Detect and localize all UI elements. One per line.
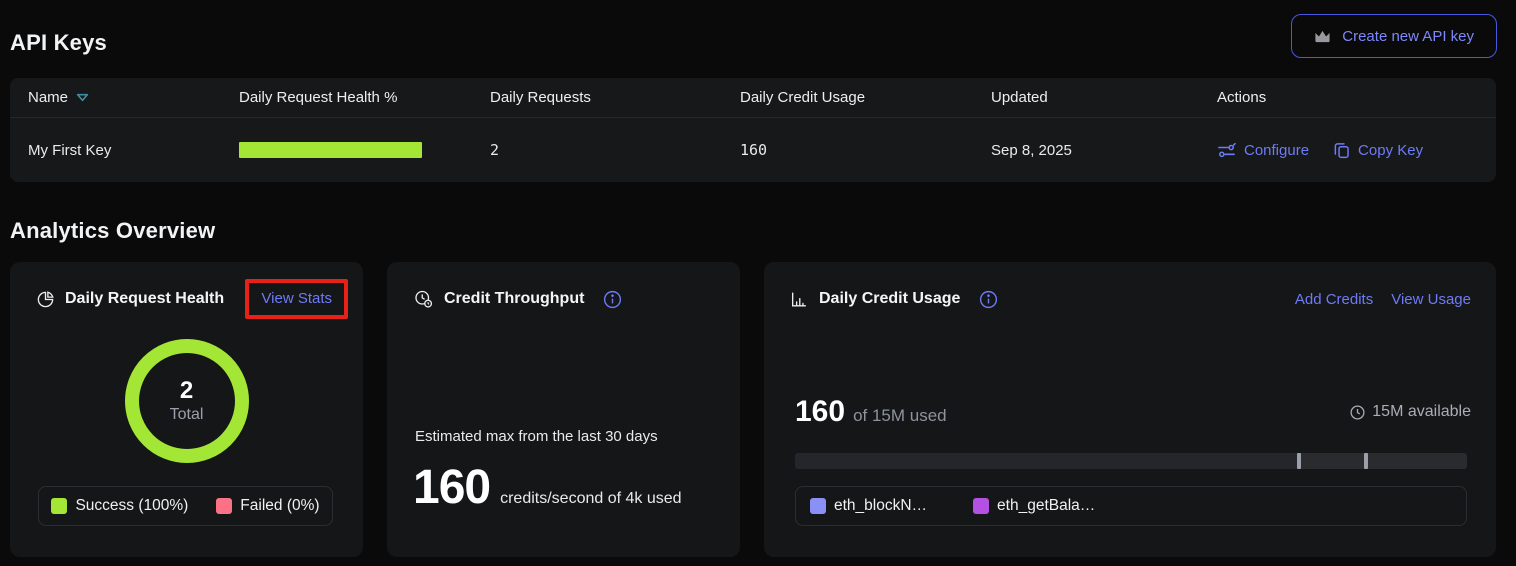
throughput-subtitle: Estimated max from the last 30 days [415, 428, 658, 445]
configure-button[interactable]: Configure [1217, 142, 1309, 159]
legend-item-success: Success (100%) [51, 497, 188, 515]
sort-chevron-down-icon[interactable] [76, 93, 89, 102]
copy-icon [1333, 141, 1350, 159]
column-header-requests: Daily Requests [490, 89, 740, 106]
credit-usage-legend: eth_blockN… eth_getBala… [795, 486, 1467, 526]
daily-request-health-card: Daily Request Health View Stats 2 Total … [10, 262, 363, 557]
page-title: API Keys [10, 30, 107, 56]
progress-tick [1297, 453, 1301, 469]
clock-gauge-icon [413, 289, 434, 309]
legend-item-eth-getbalance: eth_getBala… [973, 497, 1095, 515]
credit-usage-progress-bar [795, 453, 1467, 469]
card-title-credit-throughput: Credit Throughput [444, 290, 584, 308]
view-usage-link[interactable]: View Usage [1391, 291, 1471, 308]
progress-bar-upper-segment [1297, 453, 1467, 469]
annotation-highlight: View Stats [245, 279, 348, 319]
copy-key-label: Copy Key [1358, 142, 1423, 159]
eth-getbalance-swatch [973, 498, 989, 514]
success-swatch [51, 498, 67, 514]
key-actions: Configure Copy Key [1217, 141, 1496, 159]
crown-icon [1314, 29, 1331, 44]
daily-credit-usage-card: Daily Credit Usage Add Credits View Usag… [764, 262, 1496, 557]
request-health-legend: Success (100%) Failed (0%) [38, 486, 333, 526]
key-name: My First Key [28, 142, 239, 159]
card-title-daily-request-health: Daily Request Health [65, 290, 224, 308]
key-updated: Sep 8, 2025 [991, 142, 1217, 159]
create-api-key-label: Create new API key [1342, 28, 1474, 45]
donut-total-value: 2 [180, 378, 193, 404]
eth-blocknumber-swatch [810, 498, 826, 514]
credit-throughput-card: Credit Throughput Estimated max from the… [387, 262, 740, 557]
add-credits-link[interactable]: Add Credits [1295, 291, 1373, 308]
pie-chart-icon [36, 290, 55, 309]
column-header-credit: Daily Credit Usage [740, 89, 991, 106]
health-bar [239, 142, 422, 158]
sliders-icon [1217, 142, 1236, 159]
api-keys-table: Name Daily Request Health % Daily Reques… [10, 78, 1496, 182]
key-daily-credit-usage: 160 [740, 141, 991, 159]
clock-icon [1349, 404, 1366, 421]
configure-label: Configure [1244, 142, 1309, 159]
card-title-daily-credit-usage: Daily Credit Usage [819, 290, 960, 308]
credits-used-value: 160 [795, 395, 845, 429]
credits-available-label: 15M available [1372, 403, 1471, 421]
dashboard: API Keys Create new API key Name Daily R… [0, 0, 1516, 566]
table-row[interactable]: My First Key 2 160 Sep 8, 2025 Configure [10, 118, 1496, 182]
credits-available: 15M available [1349, 403, 1471, 421]
column-header-name[interactable]: Name [28, 89, 239, 106]
failed-swatch [216, 498, 232, 514]
info-icon[interactable] [602, 289, 623, 310]
create-api-key-button[interactable]: Create new API key [1291, 14, 1497, 58]
analytics-overview-title: Analytics Overview [10, 218, 215, 244]
table-header: Name Daily Request Health % Daily Reques… [10, 78, 1496, 118]
column-header-actions: Actions [1217, 89, 1496, 106]
bar-chart-icon [789, 290, 809, 309]
view-stats-link[interactable]: View Stats [261, 290, 332, 307]
progress-tick [1364, 453, 1368, 469]
throughput-unit: credits/second of 4k used [500, 490, 681, 508]
legend-item-eth-blocknumber: eth_blockN… [810, 497, 927, 515]
copy-key-button[interactable]: Copy Key [1333, 141, 1423, 159]
key-health-cell [239, 142, 490, 158]
donut-total-label: Total [170, 406, 204, 424]
throughput-value: 160 [413, 460, 490, 515]
legend-item-failed: Failed (0%) [216, 497, 319, 515]
key-daily-requests: 2 [490, 141, 740, 159]
request-health-donut: 2 Total [125, 339, 249, 463]
column-header-updated: Updated [991, 89, 1217, 106]
credits-used-suffix: of 15M used [853, 406, 947, 426]
analytics-cards: Daily Request Health View Stats 2 Total … [10, 262, 1496, 557]
info-icon[interactable] [978, 289, 999, 310]
column-header-health: Daily Request Health % [239, 89, 490, 106]
